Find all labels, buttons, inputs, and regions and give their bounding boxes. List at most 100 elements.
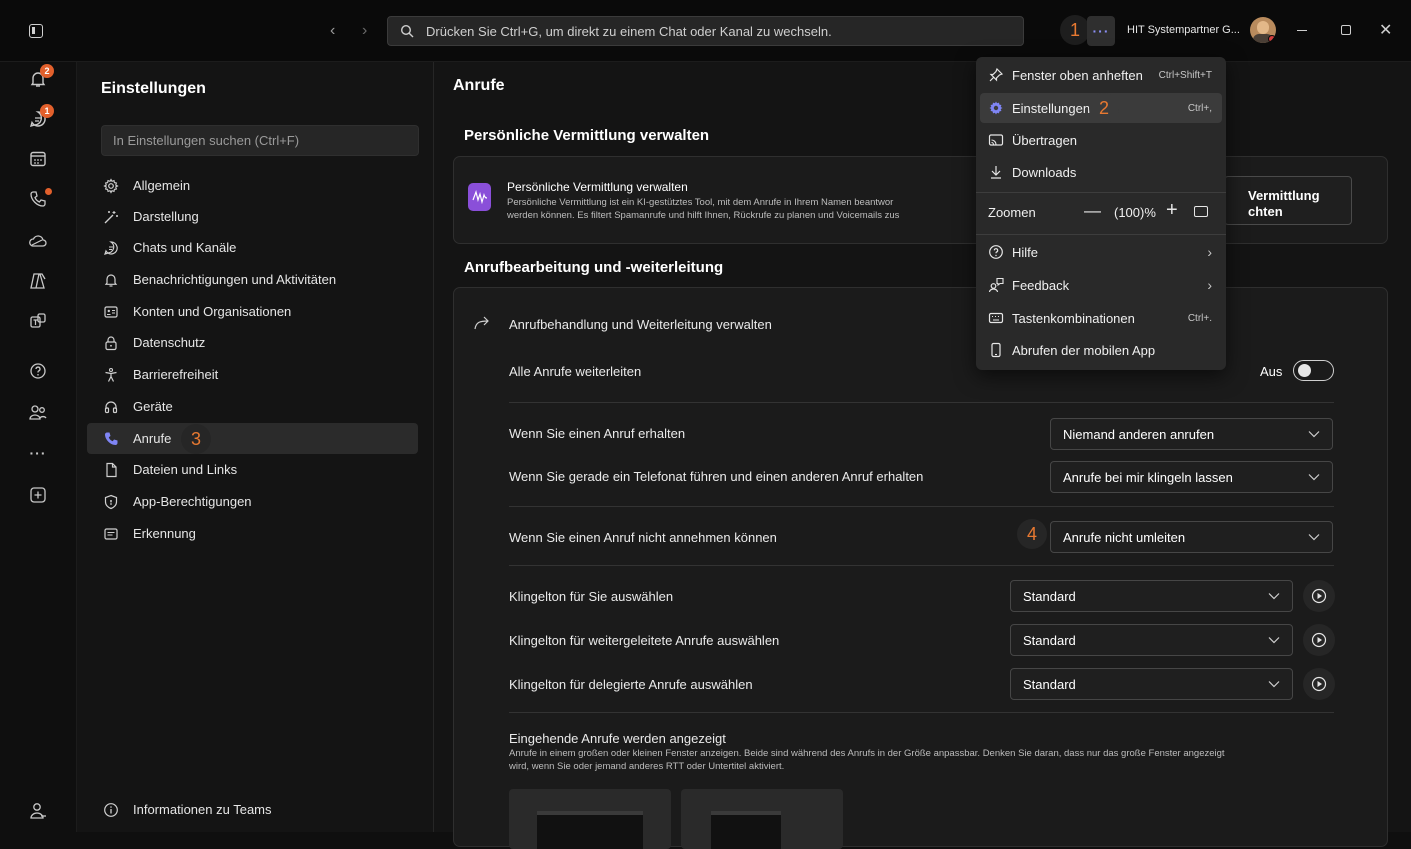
nav-item-general[interactable]: Allgemein bbox=[87, 170, 418, 201]
menu-item-downloads[interactable]: Downloads bbox=[980, 157, 1222, 187]
activity-icon[interactable]: 2 bbox=[25, 64, 54, 92]
menu-item-zoom: Zoomen — (100)% + bbox=[980, 197, 1222, 227]
mobile-phone-icon bbox=[991, 342, 1001, 358]
chevron-down-icon bbox=[1268, 593, 1280, 600]
chevron-down-icon bbox=[1308, 534, 1320, 541]
global-search-input[interactable]: Drücken Sie Ctrl+G, um direkt zu einem C… bbox=[387, 16, 1024, 46]
nav-label-chats: Chats und Kanäle bbox=[133, 240, 237, 255]
teams-apps-icon[interactable] bbox=[25, 308, 51, 334]
forward-all-toggle[interactable] bbox=[1293, 360, 1334, 381]
settings-title: Einstellungen bbox=[101, 80, 206, 97]
more-options-menu: Fenster oben anheften Ctrl+Shift+T Einst… bbox=[976, 57, 1226, 370]
more-options-button[interactable]: ··· bbox=[1087, 16, 1115, 46]
chevron-right-icon: › bbox=[1207, 244, 1212, 260]
nav-item-accounts[interactable]: Konten und Organisationen bbox=[87, 296, 418, 327]
menu-item-shortcuts[interactable]: Tastenkombinationen Ctrl+. bbox=[980, 303, 1222, 333]
zoom-in-button[interactable]: + bbox=[1166, 200, 1178, 220]
menu-item-mobile-app[interactable]: Abrufen der mobilen App bbox=[980, 335, 1222, 365]
nav-item-privacy[interactable]: Datenschutz bbox=[87, 327, 418, 358]
nav-item-appearance[interactable]: Darstellung bbox=[87, 201, 418, 232]
help-icon[interactable] bbox=[25, 358, 51, 384]
nav-label-recognition: Erkennung bbox=[133, 526, 196, 541]
ringtone-forwarded-dropdown[interactable]: Standard bbox=[1010, 624, 1293, 656]
org-name[interactable]: HIT Systempartner G... bbox=[1127, 24, 1240, 36]
nav-item-recognition[interactable]: Erkennung bbox=[87, 518, 418, 549]
copilot-icon[interactable] bbox=[25, 268, 51, 294]
personal-attendant-desc-1: Persönliche Vermittlung ist ein KI-gestü… bbox=[507, 197, 894, 208]
back-icon[interactable]: ‹ bbox=[330, 22, 335, 40]
zoom-value: (100)% bbox=[1114, 205, 1156, 220]
restore-icon[interactable] bbox=[1341, 25, 1351, 35]
ringtone-you-play-button[interactable] bbox=[1303, 580, 1335, 612]
shield-icon bbox=[104, 494, 118, 509]
call-handling-card: Anrufbehandlung und Weiterleitung verwal… bbox=[453, 287, 1388, 849]
ringtone-you-dropdown[interactable]: Standard bbox=[1010, 580, 1293, 612]
ringtone-delegated-play-button[interactable] bbox=[1303, 668, 1335, 700]
forward-icon[interactable]: › bbox=[362, 22, 367, 40]
nav-item-accessibility[interactable]: Barrierefreiheit bbox=[87, 359, 418, 390]
when-receive-dropdown[interactable]: Niemand anderen anrufen bbox=[1050, 418, 1333, 450]
nav-item-notifications[interactable]: Benachrichtigungen und Aktivitäten bbox=[87, 264, 418, 295]
menu-item-help[interactable]: Hilfe › bbox=[980, 237, 1222, 267]
menu-divider bbox=[976, 192, 1226, 193]
personal-attendant-card: Persönliche Vermittlung verwalten Persön… bbox=[453, 156, 1388, 244]
menu-label-zoom: Zoomen bbox=[988, 204, 1036, 220]
calendar-icon[interactable] bbox=[25, 146, 51, 172]
nav-item-chats[interactable]: Chats und Kanäle bbox=[87, 232, 418, 263]
more-apps-icon[interactable]: ··· bbox=[25, 440, 51, 466]
activity-badge: 2 bbox=[40, 64, 54, 78]
calls-notification-dot bbox=[45, 188, 52, 195]
fullscreen-icon[interactable] bbox=[1194, 206, 1208, 217]
nav-label-notifications: Benachrichtigungen und Aktivitäten bbox=[133, 272, 337, 287]
nav-item-files[interactable]: Dateien und Links bbox=[87, 454, 418, 485]
people-icon[interactable] bbox=[25, 400, 51, 426]
minimize-icon[interactable] bbox=[1297, 30, 1307, 31]
chat-badge: 1 bbox=[40, 104, 54, 118]
zoom-out-button[interactable]: — bbox=[1084, 202, 1101, 219]
app-rail: 2 1 ··· bbox=[0, 62, 77, 832]
onedrive-icon[interactable] bbox=[25, 228, 51, 254]
add-apps-icon[interactable] bbox=[25, 482, 51, 508]
nav-label-calls: Anrufe bbox=[133, 431, 172, 446]
nav-item-app-permissions[interactable]: App-Berechtigungen bbox=[87, 486, 418, 517]
ringtone-delegated-dropdown[interactable]: Standard bbox=[1010, 668, 1293, 700]
menu-item-pin[interactable]: Fenster oben anheften Ctrl+Shift+T bbox=[980, 60, 1222, 90]
small-window-option[interactable] bbox=[681, 789, 843, 849]
divider bbox=[509, 712, 1334, 713]
chat-icon[interactable]: 1 bbox=[25, 104, 54, 132]
title-bar: ‹ › Drücken Sie Ctrl+G, um direkt zu ein… bbox=[0, 0, 1411, 62]
when-unanswered-dropdown[interactable]: Anrufe nicht umleiten bbox=[1050, 521, 1333, 553]
download-icon bbox=[991, 166, 1001, 179]
nav-item-calls[interactable]: Anrufe bbox=[87, 423, 418, 454]
sidebar-toggle-icon[interactable] bbox=[29, 24, 43, 38]
ringtone-forwarded-play-button[interactable] bbox=[1303, 624, 1335, 656]
large-window-option[interactable] bbox=[509, 789, 671, 849]
section-personal-attendant-title: Persönliche Vermittlung verwalten bbox=[464, 127, 710, 144]
incoming-calls-title: Eingehende Anrufe werden angezeigt bbox=[509, 731, 726, 746]
close-icon[interactable]: ✕ bbox=[1379, 20, 1392, 40]
menu-item-feedback[interactable]: Feedback › bbox=[980, 270, 1222, 300]
menu-item-cast[interactable]: Übertragen bbox=[980, 125, 1222, 155]
incoming-calls-desc-2: wird, wenn Sie oder jemand anderes RTT o… bbox=[509, 761, 785, 772]
ringtone-delegated-label: Klingelton für delegierte Anrufe auswähl… bbox=[509, 677, 753, 692]
when-busy-dropdown[interactable]: Anrufe bei mir klingeln lassen bbox=[1050, 461, 1333, 493]
info-icon bbox=[104, 802, 118, 817]
nav-label-app-permissions: App-Berechtigungen bbox=[133, 494, 252, 509]
magic-wand-icon bbox=[104, 210, 118, 223]
calls-icon[interactable] bbox=[25, 186, 52, 212]
account-switch-icon[interactable] bbox=[25, 798, 51, 824]
about-teams-link[interactable]: Informationen zu Teams bbox=[87, 794, 418, 825]
document-icon bbox=[106, 462, 117, 477]
avatar[interactable] bbox=[1250, 17, 1276, 43]
marker-1: 1 bbox=[1060, 15, 1090, 45]
play-icon bbox=[1311, 632, 1327, 648]
settings-search-input[interactable]: In Einstellungen suchen (Ctrl+F) bbox=[101, 125, 419, 156]
incoming-calls-desc-1: Anrufe in einem großen oder kleinen Fens… bbox=[509, 748, 1225, 759]
personal-attendant-button[interactable]: Vermittlung chten bbox=[1224, 176, 1352, 225]
manage-forwarding-label[interactable]: Anrufbehandlung und Weiterleitung verwal… bbox=[509, 317, 772, 332]
chevron-down-icon bbox=[1308, 431, 1320, 438]
nav-item-devices[interactable]: Geräte bbox=[87, 391, 418, 422]
nav-label-devices: Geräte bbox=[133, 399, 173, 414]
menu-label-mobile-app: Abrufen der mobilen App bbox=[1012, 342, 1156, 358]
personal-attendant-desc-2: werden können. Es filtert Spamanrufe und… bbox=[507, 210, 900, 221]
